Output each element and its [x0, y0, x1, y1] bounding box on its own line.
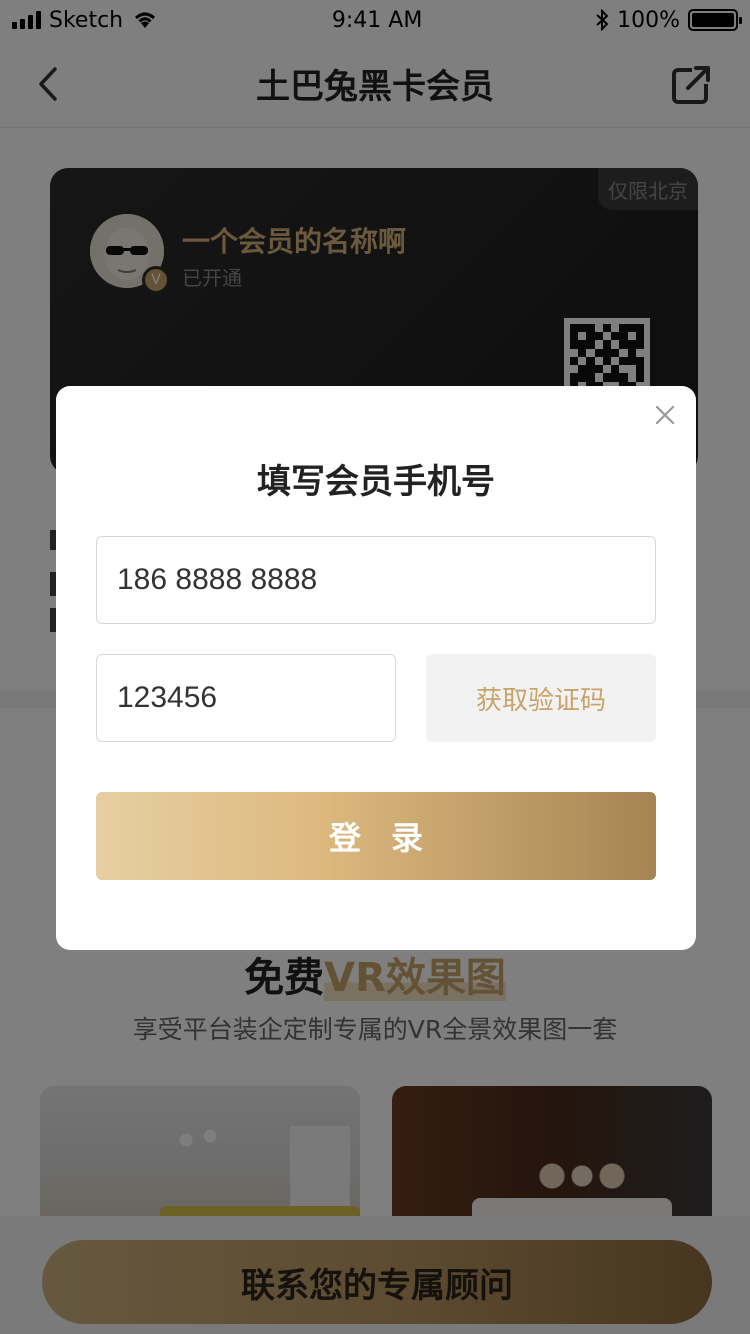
close-button[interactable]: [654, 404, 676, 426]
login-button[interactable]: 登录: [96, 792, 656, 880]
login-modal: 填写会员手机号 获取验证码 登录: [56, 386, 696, 950]
get-code-button[interactable]: 获取验证码: [426, 654, 656, 742]
phone-input[interactable]: [96, 536, 656, 624]
modal-title: 填写会员手机号: [257, 462, 495, 502]
verification-code-input[interactable]: [96, 654, 396, 742]
close-icon: [655, 405, 675, 425]
